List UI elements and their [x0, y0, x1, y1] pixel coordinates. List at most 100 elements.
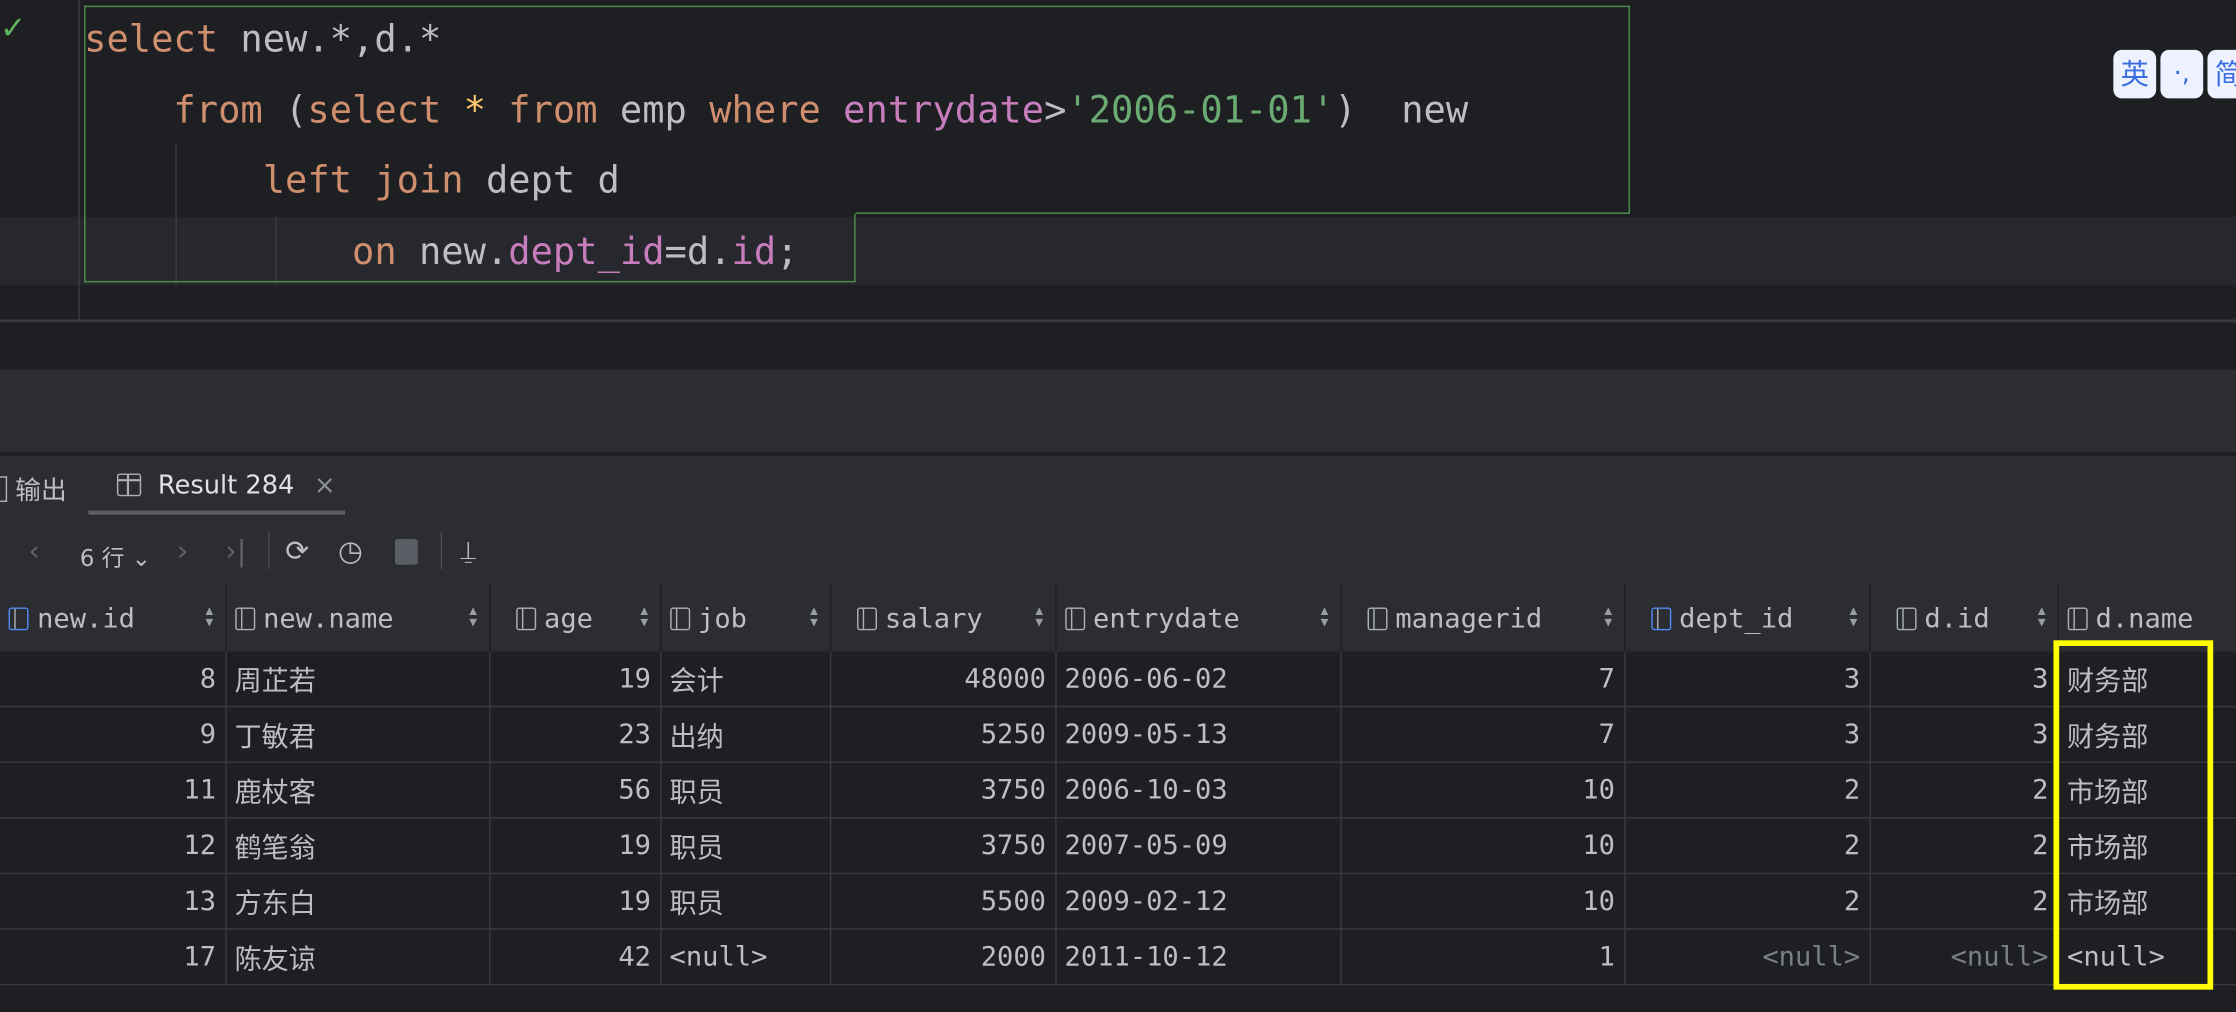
- column-header-job[interactable]: job ▲ ▼: [660, 584, 831, 652]
- column-header-salary[interactable]: salary ▲ ▼: [829, 584, 1056, 652]
- table-cell[interactable]: 2007-05-09: [1055, 817, 1342, 875]
- table-cell[interactable]: 5500: [829, 873, 1056, 930]
- table-cell[interactable]: 周芷若: [225, 651, 490, 708]
- ime-toolbar[interactable]: 英 ·, 简: [2113, 49, 2236, 99]
- table-cell[interactable]: 职员: [660, 762, 831, 819]
- table-cell[interactable]: 2: [1624, 817, 1871, 875]
- refresh-icon[interactable]: ⟳: [285, 533, 309, 567]
- table-cell[interactable]: 23: [489, 706, 661, 763]
- table-cell[interactable]: 3: [1869, 706, 2059, 763]
- table-cell[interactable]: 7: [1340, 651, 1625, 708]
- column-header-new-name[interactable]: new.name ▲ ▼: [225, 584, 490, 652]
- table-cell[interactable]: 鹿杖客: [225, 762, 490, 819]
- table-cell[interactable]: 2006-10-03: [1055, 762, 1342, 819]
- tab-output[interactable]: 输出: [0, 471, 67, 508]
- clock-icon[interactable]: ◷: [338, 533, 363, 567]
- table-cell[interactable]: 19: [489, 873, 661, 930]
- table-cell[interactable]: 2: [1869, 873, 2059, 930]
- table-cell[interactable]: 10: [1340, 817, 1625, 875]
- editor-separator[interactable]: [0, 319, 2236, 323]
- last-page-icon[interactable]: ›|: [225, 533, 246, 567]
- sort-icon[interactable]: ▲ ▼: [1321, 605, 1329, 629]
- table-cell[interactable]: <null>: [1869, 929, 2059, 986]
- table-cell[interactable]: 12: [0, 817, 227, 875]
- sort-icon[interactable]: ▲ ▼: [469, 605, 477, 629]
- table-cell[interactable]: <null>: [660, 929, 831, 986]
- table-cell[interactable]: 职员: [660, 817, 831, 875]
- rows-count-dropdown[interactable]: 6 行 ⌄: [80, 539, 151, 573]
- table-cell[interactable]: 10: [1340, 873, 1625, 930]
- column-header-dept_id[interactable]: dept_id ▲ ▼: [1624, 584, 1871, 652]
- table-row[interactable]: 8 周芷若 19 会计 48000 2006-06-02 7 3 3 财务部: [0, 651, 2236, 708]
- table-cell[interactable]: 5250: [829, 706, 1056, 763]
- sort-icon[interactable]: ▲ ▼: [810, 605, 818, 629]
- ime-english-icon[interactable]: 英: [2113, 49, 2157, 99]
- table-cell[interactable]: 2011-10-12: [1055, 929, 1342, 986]
- table-cell[interactable]: 2000: [829, 929, 1056, 986]
- sort-icon[interactable]: ▲ ▼: [640, 605, 648, 629]
- column-name: new.name: [263, 602, 394, 634]
- table-cell[interactable]: 48000: [829, 651, 1056, 708]
- table-cell[interactable]: 职员: [660, 873, 831, 930]
- sort-icon[interactable]: ▲ ▼: [1035, 605, 1043, 629]
- table-cell[interactable]: 2009-05-13: [1055, 706, 1342, 763]
- table-cell[interactable]: 42: [489, 929, 661, 986]
- column-header-managerid[interactable]: managerid ▲ ▼: [1340, 584, 1625, 652]
- table-cell[interactable]: 出纳: [660, 706, 831, 763]
- ime-simplified-icon[interactable]: 简: [2207, 49, 2236, 99]
- table-cell[interactable]: 鹤笔翁: [225, 817, 490, 875]
- column-header-entrydate[interactable]: entrydate ▲ ▼: [1055, 584, 1342, 652]
- sort-icon[interactable]: ▲ ▼: [1850, 605, 1858, 629]
- results-grid[interactable]: new.id ▲ ▼ new.name ▲ ▼ age ▲ ▼ job ▲ ▼ salary ▲ ▼ entr…: [0, 584, 2236, 1012]
- table-cell[interactable]: 19: [489, 817, 661, 875]
- ime-punctuation-icon[interactable]: ·,: [2160, 49, 2204, 99]
- table-cell[interactable]: <null>: [1624, 929, 1871, 986]
- table-cell[interactable]: 2: [1624, 762, 1871, 819]
- next-page-icon[interactable]: ›: [177, 533, 188, 567]
- sort-icon[interactable]: ▲ ▼: [2038, 605, 2046, 629]
- table-row[interactable]: 11 鹿杖客 56 职员 3750 2006-10-03 10 2 2 市场部: [0, 762, 2236, 819]
- column-header-new-id[interactable]: new.id ▲ ▼: [0, 584, 227, 652]
- table-cell[interactable]: 2: [1624, 873, 1871, 930]
- table-cell[interactable]: 56: [489, 762, 661, 819]
- table-cell[interactable]: 8: [0, 651, 227, 708]
- table-cell[interactable]: 1: [1340, 929, 1625, 986]
- table-row[interactable]: 12 鹤笔翁 19 职员 3750 2007-05-09 10 2 2 市场部: [0, 817, 2236, 875]
- column-name: age: [544, 602, 593, 634]
- column-header-age[interactable]: age ▲ ▼: [489, 584, 661, 652]
- table-cell[interactable]: 9: [0, 706, 227, 763]
- table-cell[interactable]: 3750: [829, 817, 1056, 875]
- close-tab-icon[interactable]: ×: [314, 471, 336, 501]
- table-cell[interactable]: 丁敏君: [225, 706, 490, 763]
- pin-icon[interactable]: ⍊: [461, 536, 476, 566]
- column-name: d.id: [1924, 602, 1990, 634]
- stop-icon[interactable]: [395, 539, 418, 565]
- sort-icon[interactable]: ▲ ▼: [205, 605, 213, 629]
- table-cell[interactable]: 3: [1869, 651, 2059, 708]
- table-cell[interactable]: 2: [1869, 762, 2059, 819]
- sort-icon[interactable]: ▲ ▼: [1604, 605, 1612, 629]
- table-row[interactable]: 13 方东白 19 职员 5500 2009-02-12 10 2 2 市场部: [0, 873, 2236, 930]
- previous-page-icon[interactable]: ‹: [29, 533, 40, 567]
- tab-result[interactable]: Result 284 ×: [116, 471, 336, 501]
- table-cell[interactable]: 3750: [829, 762, 1056, 819]
- column-icon: [856, 606, 877, 630]
- table-cell[interactable]: 7: [1340, 706, 1625, 763]
- table-cell[interactable]: 11: [0, 762, 227, 819]
- table-cell[interactable]: 3: [1624, 706, 1871, 763]
- table-cell[interactable]: 2: [1869, 817, 2059, 875]
- table-cell[interactable]: 方东白: [225, 873, 490, 930]
- table-cell[interactable]: 10: [1340, 762, 1625, 819]
- table-row[interactable]: 17 陈友谅 42 <null> 2000 2011-10-12 1 <null> <null>…: [0, 929, 2236, 986]
- column-header-d-id[interactable]: d.id ▲ ▼: [1869, 584, 2059, 652]
- table-cell[interactable]: 2009-02-12: [1055, 873, 1342, 930]
- table-cell[interactable]: 19: [489, 651, 661, 708]
- table-row[interactable]: 9 丁敏君 23 出纳 5250 2009-05-13 7 3 3 财务部: [0, 706, 2236, 763]
- table-cell[interactable]: 陈友谅: [225, 929, 490, 986]
- table-cell[interactable]: 3: [1624, 651, 1871, 708]
- table-cell[interactable]: 13: [0, 873, 227, 930]
- table-cell[interactable]: 会计: [660, 651, 831, 708]
- table-cell[interactable]: 2006-06-02: [1055, 651, 1342, 708]
- sql-editor[interactable]: ✓ select new.*,d.* from (select * from e…: [0, 0, 2236, 321]
- table-cell[interactable]: 17: [0, 929, 227, 986]
